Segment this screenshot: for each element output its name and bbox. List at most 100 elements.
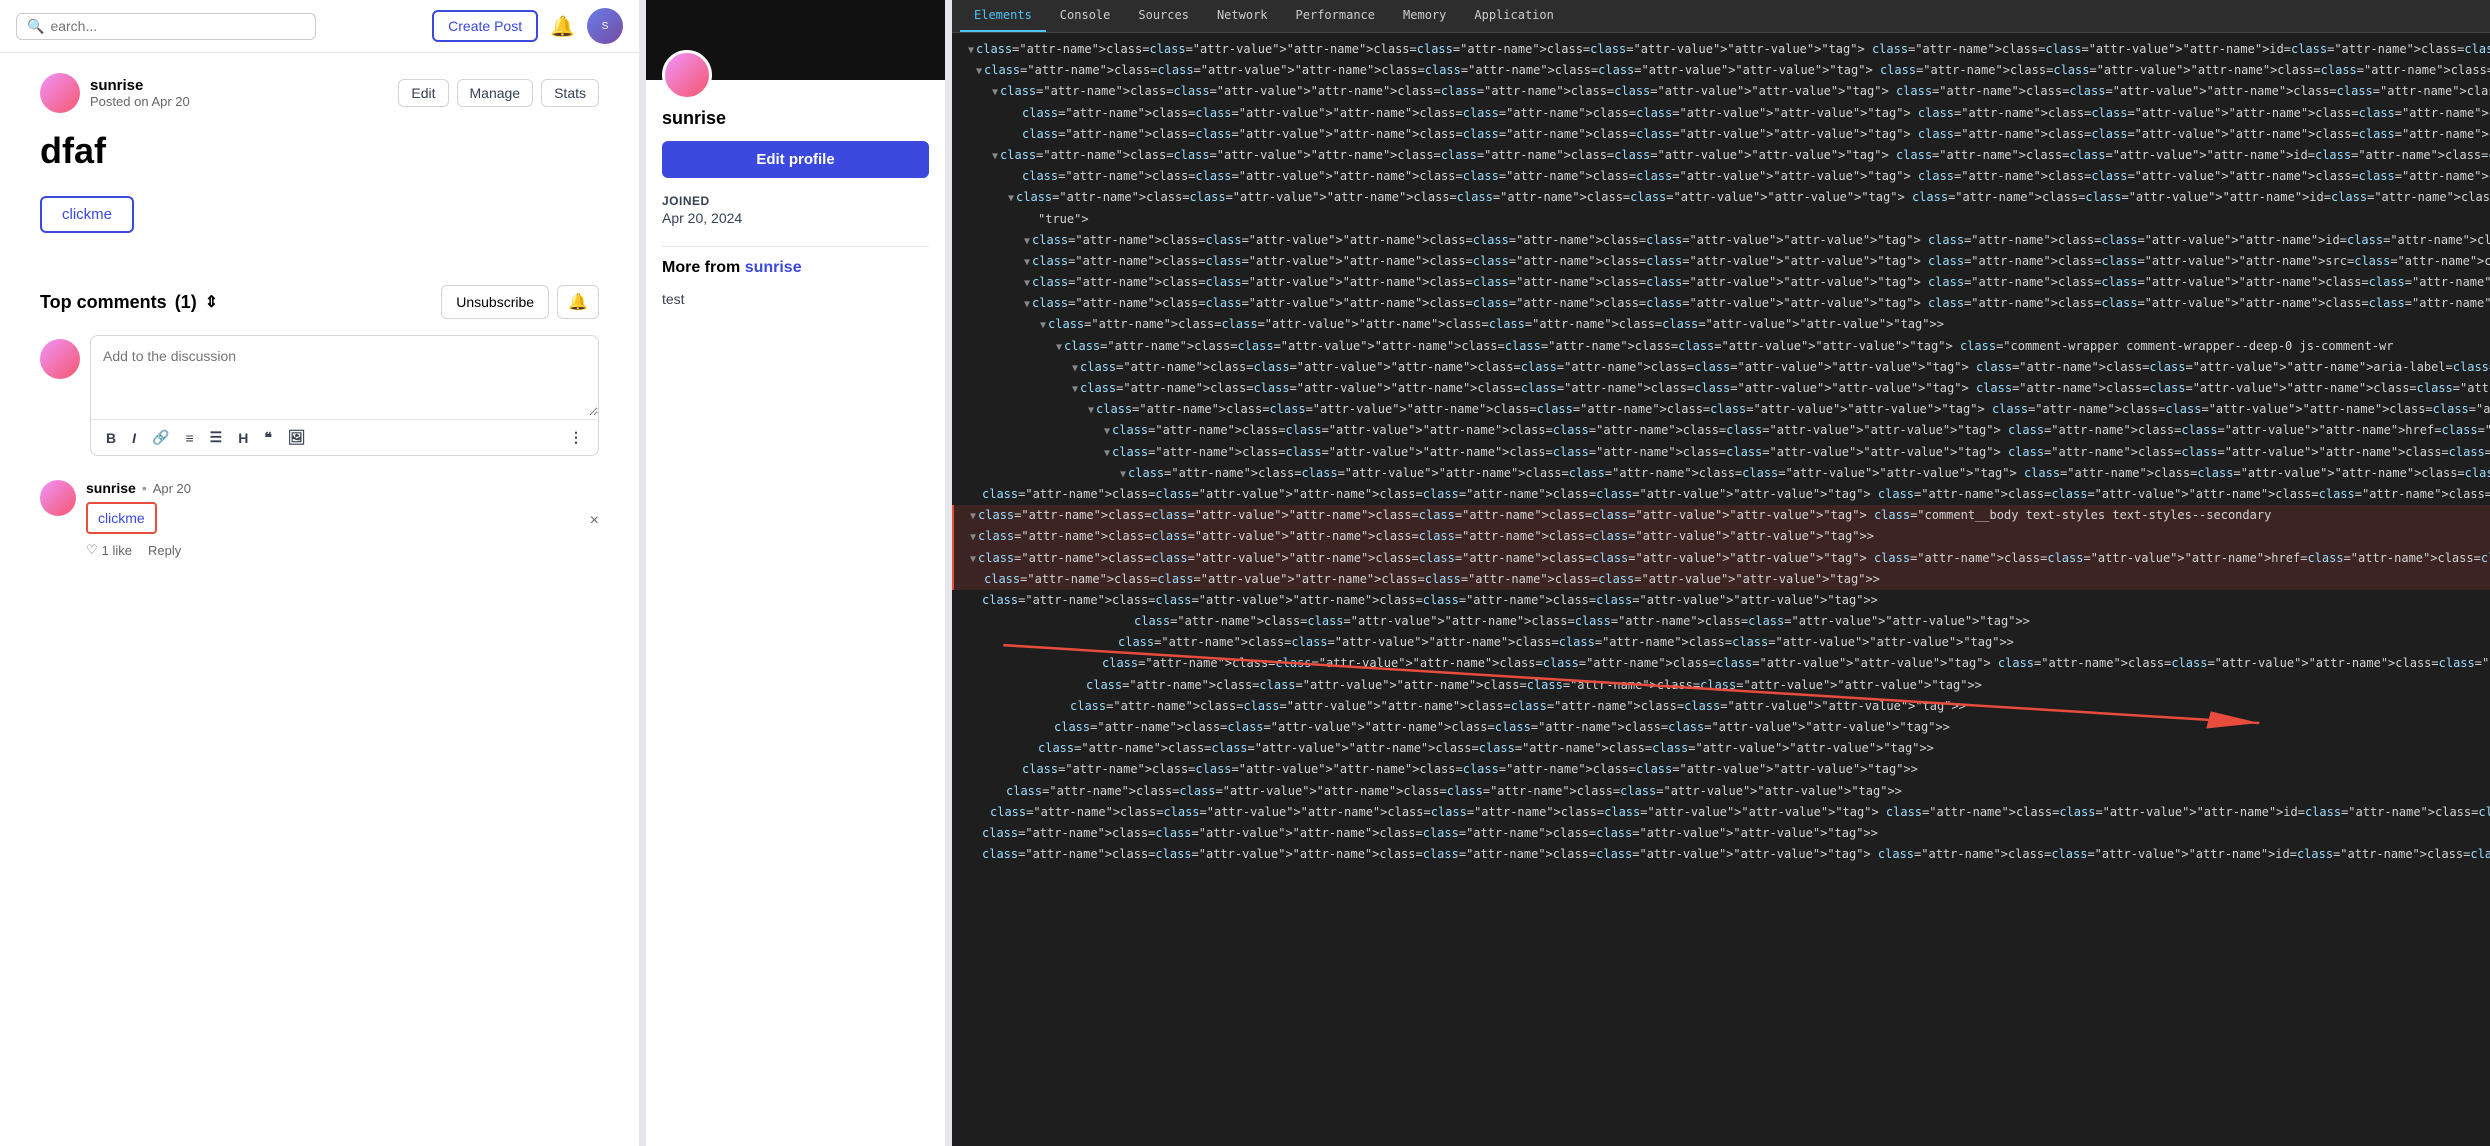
collapse-comment-button[interactable]: ×	[590, 484, 599, 558]
html-line[interactable]: class="attr-name">class=class="attr-valu…	[952, 696, 2490, 717]
notification-bell-icon[interactable]: 🔔	[550, 14, 575, 39]
expand-triangle[interactable]	[1104, 448, 1110, 459]
expand-triangle[interactable]	[970, 554, 976, 565]
expand-triangle[interactable]	[1072, 384, 1078, 395]
devtools-tab-memory[interactable]: Memory	[1389, 0, 1460, 32]
html-line[interactable]: class="attr-name">class=class="attr-valu…	[952, 251, 2490, 272]
author-details: sunrise Posted on Apr 20	[90, 77, 190, 109]
expand-triangle[interactable]	[1088, 405, 1094, 416]
html-line[interactable]: class="attr-name">class=class="attr-valu…	[952, 399, 2490, 420]
reply-button[interactable]: Reply	[148, 543, 181, 558]
create-post-button[interactable]: Create Post	[432, 10, 538, 42]
expand-triangle[interactable]	[1024, 299, 1030, 310]
html-line[interactable]: class="attr-name">class=class="attr-valu…	[952, 569, 2490, 590]
expand-triangle[interactable]	[992, 151, 998, 162]
html-line[interactable]: class="attr-name">class=class="attr-valu…	[952, 187, 2490, 208]
devtools-tab-elements[interactable]: Elements	[960, 0, 1046, 32]
more-from-heading: More from sunrise	[662, 259, 929, 277]
html-line[interactable]: class="attr-name">class=class="attr-valu…	[952, 505, 2490, 526]
expand-triangle[interactable]	[1024, 278, 1030, 289]
html-line[interactable]: class="attr-name">class=class="attr-valu…	[952, 781, 2490, 802]
search-input[interactable]	[50, 18, 305, 34]
devtools-tab-application[interactable]: Application	[1460, 0, 1567, 32]
html-line[interactable]: class="attr-name">class=class="attr-valu…	[952, 230, 2490, 251]
html-line[interactable]: class="attr-name">class=class="attr-valu…	[952, 60, 2490, 81]
stats-button[interactable]: Stats	[541, 79, 599, 107]
user-avatar[interactable]: S	[587, 8, 623, 44]
unordered-list-button[interactable]: ☰	[205, 426, 228, 449]
html-line[interactable]: class="attr-name">class=class="attr-valu…	[952, 844, 2490, 865]
html-line[interactable]: class="attr-name">class=class="attr-valu…	[952, 103, 2490, 124]
unsubscribe-button[interactable]: Unsubscribe	[441, 285, 549, 319]
sort-icon[interactable]: ⇕	[205, 292, 218, 312]
devtools-content[interactable]: class="attr-name">class=class="attr-valu…	[952, 33, 2490, 1146]
quote-button[interactable]: ❝	[259, 426, 277, 449]
html-line[interactable]: class="attr-name">class=class="attr-valu…	[952, 420, 2490, 441]
expand-triangle[interactable]	[976, 66, 982, 77]
expand-triangle[interactable]	[1024, 236, 1030, 247]
manage-button[interactable]: Manage	[457, 79, 534, 107]
more-toolbar-button[interactable]: ⋮	[564, 426, 588, 449]
expand-triangle[interactable]	[970, 532, 976, 543]
devtools-tab-performance[interactable]: Performance	[1282, 0, 1389, 32]
expand-triangle[interactable]	[1072, 363, 1078, 374]
comments-settings-button[interactable]: 🔔	[557, 285, 599, 319]
expand-triangle[interactable]	[1024, 257, 1030, 268]
html-line[interactable]: class="attr-name">class=class="attr-valu…	[952, 759, 2490, 780]
expand-triangle[interactable]	[1040, 320, 1046, 331]
html-line[interactable]: class="attr-name">class=class="attr-valu…	[952, 738, 2490, 759]
html-line[interactable]: class="attr-name">class=class="attr-valu…	[952, 378, 2490, 399]
clickme-link[interactable]: clickme	[40, 196, 134, 233]
html-line[interactable]: class="attr-name">class=class="attr-valu…	[952, 442, 2490, 463]
html-line[interactable]: class="attr-name">class=class="attr-valu…	[952, 526, 2490, 547]
comment-box[interactable]: B I 🔗 ≡ ☰ H ❝ 🖼 ⋮	[90, 335, 599, 456]
edit-profile-button[interactable]: Edit profile	[662, 141, 929, 178]
expand-triangle[interactable]	[968, 45, 974, 56]
edit-button[interactable]: Edit	[398, 79, 448, 107]
html-line[interactable]: class="attr-name">class=class="attr-valu…	[952, 293, 2490, 314]
expand-triangle[interactable]	[1104, 426, 1110, 437]
html-line[interactable]: class="attr-name">class=class="attr-valu…	[952, 314, 2490, 335]
image-button[interactable]: 🖼	[283, 426, 311, 449]
html-line[interactable]: class="attr-name">class=class="attr-valu…	[952, 166, 2490, 187]
devtools-tab-network[interactable]: Network	[1203, 0, 1282, 32]
html-line[interactable]: class="attr-name">class=class="attr-valu…	[952, 124, 2490, 145]
html-line[interactable]: class="attr-name">class=class="attr-valu…	[952, 632, 2490, 653]
italic-button[interactable]: I	[127, 427, 141, 449]
expand-triangle[interactable]	[970, 511, 976, 522]
html-line[interactable]: class="attr-name">class=class="attr-valu…	[952, 675, 2490, 696]
devtools-tab-sources[interactable]: Sources	[1124, 0, 1203, 32]
profile-banner	[646, 0, 945, 80]
bold-button[interactable]: B	[101, 427, 121, 449]
search-bar[interactable]: 🔍	[16, 13, 316, 40]
comment-link[interactable]: clickme	[98, 510, 145, 526]
html-line[interactable]: class="attr-name">class=class="attr-valu…	[952, 653, 2490, 674]
html-line[interactable]: "true">	[952, 209, 2490, 230]
html-line[interactable]: class="attr-name">class=class="attr-valu…	[952, 548, 2490, 569]
link-button[interactable]: 🔗	[147, 426, 174, 449]
comment-textarea[interactable]	[91, 336, 598, 416]
html-line[interactable]: class="attr-name">class=class="attr-valu…	[952, 39, 2490, 60]
html-line[interactable]: class="attr-name">class=class="attr-valu…	[952, 357, 2490, 378]
html-line[interactable]: class="attr-name">class=class="attr-valu…	[952, 823, 2490, 844]
html-line[interactable]: class="attr-name">class=class="attr-valu…	[952, 484, 2490, 505]
devtools-tab-console[interactable]: Console	[1046, 0, 1125, 32]
expand-triangle[interactable]	[992, 87, 998, 98]
html-line[interactable]: class="attr-name">class=class="attr-valu…	[952, 802, 2490, 823]
html-line[interactable]: class="attr-name">class=class="attr-valu…	[952, 272, 2490, 293]
heading-button[interactable]: H	[233, 427, 253, 449]
expand-triangle[interactable]	[1008, 193, 1014, 204]
comment-author-row: sunrise • Apr 20	[86, 480, 580, 496]
html-line[interactable]: class="attr-name">class=class="attr-valu…	[952, 81, 2490, 102]
expand-triangle[interactable]	[1120, 469, 1126, 480]
html-line[interactable]: class="attr-name">class=class="attr-valu…	[952, 336, 2490, 357]
ordered-list-button[interactable]: ≡	[180, 427, 198, 449]
html-line[interactable]: class="attr-name">class=class="attr-valu…	[952, 463, 2490, 484]
html-line[interactable]: class="attr-name">class=class="attr-valu…	[952, 611, 2490, 632]
html-line[interactable]: class="attr-name">class=class="attr-valu…	[952, 145, 2490, 166]
more-from-author-link[interactable]: sunrise	[745, 259, 802, 276]
expand-triangle[interactable]	[1056, 342, 1062, 353]
comment-like[interactable]: ♡ 1 like	[86, 542, 132, 558]
html-line[interactable]: class="attr-name">class=class="attr-valu…	[952, 590, 2490, 611]
html-line[interactable]: class="attr-name">class=class="attr-valu…	[952, 717, 2490, 738]
